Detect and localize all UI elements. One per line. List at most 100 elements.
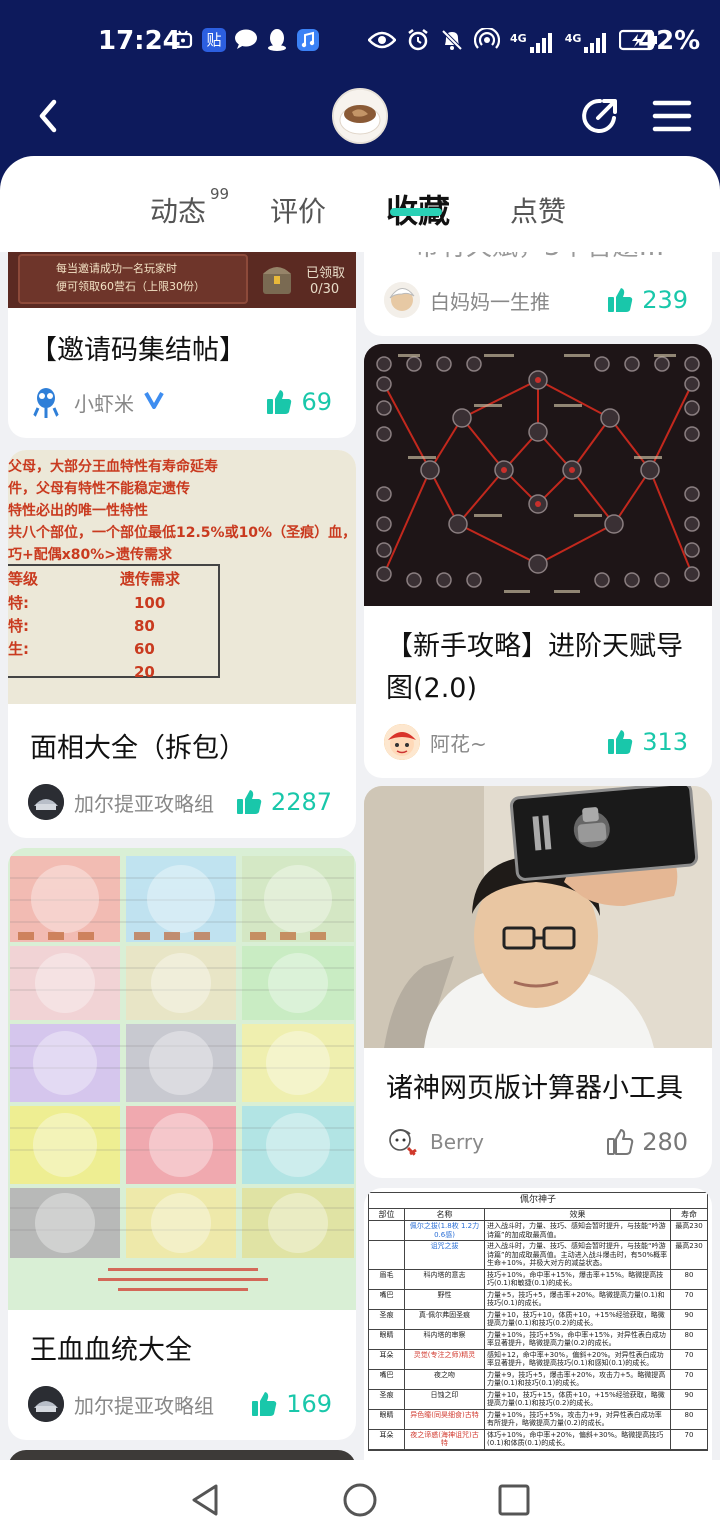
circle-home-icon [343, 1483, 377, 1517]
post-card-calculator[interactable]: 诸神网页版计算器小工具 Berry 280 [364, 786, 712, 1178]
like-count[interactable]: 313 [606, 728, 688, 756]
post-author[interactable]: 加尔提亚攻略组 [28, 784, 214, 820]
nav-home-button[interactable] [340, 1480, 380, 1520]
table-cell: 科内塔的审察 [405, 1329, 485, 1349]
alarm-clock-icon [172, 28, 194, 58]
notification-icons: 贴 [172, 28, 320, 58]
table-cell: 眼睛 [369, 1329, 405, 1349]
post-card-bloodline[interactable]: 王血血统大全 加尔提亚攻略组 169 [8, 848, 356, 1440]
post-author[interactable]: 白妈妈一生推 [384, 282, 550, 318]
user-avatar[interactable] [332, 88, 388, 144]
table-cell: 90 [684, 1310, 694, 1319]
image-text: 父母，大部分王血特性有寿命延寿 [8, 459, 218, 475]
tab-reviews[interactable]: 评价 [270, 190, 326, 230]
clock: 17:24 [98, 26, 181, 56]
thumbs-up-outline-icon [607, 1129, 634, 1155]
table-cell: 生: [8, 640, 29, 658]
tab-likes[interactable]: 点赞 [510, 190, 566, 230]
post-card-invite[interactable]: 每当邀请成功一名玩家时 便可领取60营石（上限30份） 已领取 0/30 【邀请… [8, 252, 356, 438]
post-author[interactable]: 小虾米 [28, 384, 164, 420]
table-header: 名称 [405, 1208, 485, 1221]
table-cell: 夜之吻 [405, 1369, 485, 1389]
table-cell: 灵觉(专注之师)精灵 [405, 1349, 485, 1369]
post-card-face-guide[interactable]: 父母，大部分王血特性有寿命延寿 件，父母有特性不能稳定遗传 特性必出的唯一性特性… [8, 450, 356, 838]
tab-badge: 99 [210, 184, 230, 203]
table-cell: 60 [134, 640, 155, 658]
table-cell: 耳朵 [369, 1429, 405, 1449]
tab-label: 动态 [150, 195, 207, 228]
post-thumbnail [8, 848, 356, 1310]
table-row: 诅咒之拔 进入战斗时，力量、技巧、感知会暂时提升，与技能“吟游诗篇”的加成取最高值… [369, 1241, 707, 1270]
table-cell: 日蚀之印 [405, 1389, 485, 1409]
banner-text: 便可领取60营石（上限30份） [56, 280, 205, 293]
table-cell: 80 [684, 1410, 694, 1419]
author-name: 加尔提亚攻略组 [74, 1393, 214, 1418]
like-number: 280 [642, 1128, 688, 1156]
table-cell: 嘴巴 [369, 1369, 405, 1389]
table-cell: 夜之谛惑(海神诅咒)古特 [405, 1429, 485, 1449]
post-author[interactable]: Berry [384, 1124, 484, 1160]
like-count[interactable]: 169 [250, 1390, 332, 1418]
tab-bar: 动态99 评价 收藏 点赞 [0, 156, 720, 252]
table-cell: 圣痕 [369, 1389, 405, 1409]
table-cell: 力量+9，技巧+5，爆击率+20%，攻击力+5。略微提高力量(0.1)和技巧(0… [485, 1369, 671, 1389]
favorites-grid[interactable]: 每当邀请成功一名玩家时 便可领取60营石（上限30份） 已领取 0/30 【邀请… [0, 252, 720, 1460]
tab-activity[interactable]: 动态99 [150, 185, 229, 230]
table-cell: 90 [684, 1390, 694, 1399]
image-text: 特性必出的唯一性特性 [8, 503, 148, 519]
post-author[interactable]: 加尔提亚攻略组 [28, 1386, 214, 1422]
table-cell: 进入战斗时，力量、技巧、感知会暂时提升，与技能“吟游诗篇”的加成取最高值。 [485, 1221, 671, 1241]
like-number: 169 [286, 1390, 332, 1418]
table-cell: 耳朵 [369, 1349, 405, 1369]
like-count[interactable]: 69 [265, 388, 332, 416]
post-card-divine-child[interactable]: 佩尔神子 部位 名称 效果 寿命 佩尔之拔(1.8枚 1.2力 0.6感) 进入战… [364, 1188, 712, 1460]
verified-icon [144, 390, 164, 414]
back-button[interactable] [30, 96, 70, 136]
chest-icon [260, 260, 294, 296]
image-text: 件，父母有特性不能稳定遗传 [8, 481, 190, 497]
triangle-back-icon [192, 1484, 218, 1516]
avatar [384, 1124, 420, 1160]
table-cell: 眉毛 [369, 1269, 405, 1289]
mute-icon [440, 28, 464, 57]
table-cell: 最高230 [675, 1222, 703, 1231]
thumbs-up-icon [608, 288, 633, 312]
table-cell: 70 [684, 1370, 694, 1379]
nav-recents-button[interactable] [494, 1480, 534, 1520]
share-button[interactable] [578, 94, 622, 138]
like-count[interactable]: 239 [606, 286, 688, 314]
post-author[interactable]: 阿花~ [384, 724, 487, 760]
author-name: Berry [430, 1130, 484, 1154]
like-number: 313 [642, 728, 688, 756]
author-name: 小虾米 [74, 391, 134, 416]
table-header: 部位 [369, 1208, 405, 1221]
table-header: 效果 [485, 1208, 671, 1221]
table-row: 眼睛 异色瞳(同昊细食)古特 力量+10%，技巧+5%，攻击力+9，对异性表白成功率… [369, 1409, 707, 1430]
requirement-table: 等级 遗传需求 特: 特: 生: 100 80 60 20 [8, 564, 220, 681]
like-count[interactable]: 280 [606, 1128, 688, 1156]
post-card-talent-guide[interactable]: 【新手攻略】进阶天赋导图(2.0) 阿花~ 313 [364, 344, 712, 778]
post-thumbnail: 每当邀请成功一名玩家时 便可领取60营石（上限30份） 已领取 0/30 [8, 252, 356, 308]
table-cell: 80 [134, 617, 155, 635]
nav-back-button[interactable] [186, 1480, 226, 1520]
tab-label: 点赞 [510, 195, 567, 228]
system-navigation-bar [0, 1460, 720, 1540]
post-thumbnail [364, 344, 712, 606]
table-cell [369, 1241, 405, 1269]
avatar [384, 282, 420, 318]
table-cell: 特: [8, 617, 29, 635]
avatar [28, 784, 64, 820]
table-body: 佩尔之拔(1.8枚 1.2力 0.6感) 进入战斗时，力量、技巧、感知会暂时提升，… [369, 1221, 707, 1450]
post-title: 面相大全（拆包） [30, 733, 246, 764]
post-card-partial[interactable] [8, 1450, 356, 1460]
post-card-partial-top[interactable]: 一带有天赋，3个音题… 白妈妈一生推 239 [364, 252, 712, 336]
thumbs-up-icon [608, 730, 633, 754]
table-cell: 力量+10，技巧+15，体质+10，+15%经验获取，略微提高力量(0.1)和技… [485, 1389, 671, 1409]
like-count[interactable]: 2287 [235, 788, 332, 816]
menu-button[interactable] [652, 98, 692, 134]
table-cell: 进入战斗时，力量、技巧、感知会暂时提升，与技能“吟游诗篇”的加成取最高值。主动进… [485, 1241, 671, 1269]
post-title: 【新手攻略】进阶天赋导图(2.0) [386, 631, 683, 704]
table-cell: 力量+10%，技巧+5%，攻击力+9，对异性表白成功率有所提升，略微提高力量(0… [485, 1409, 671, 1429]
status-bar: 17:24 贴 4G 4G 42% [0, 0, 720, 84]
table-row: 眼睛 科内塔的审察 力量+10%，技巧+5%，命中率+15%，对异性表白成功率显著提… [369, 1329, 707, 1350]
